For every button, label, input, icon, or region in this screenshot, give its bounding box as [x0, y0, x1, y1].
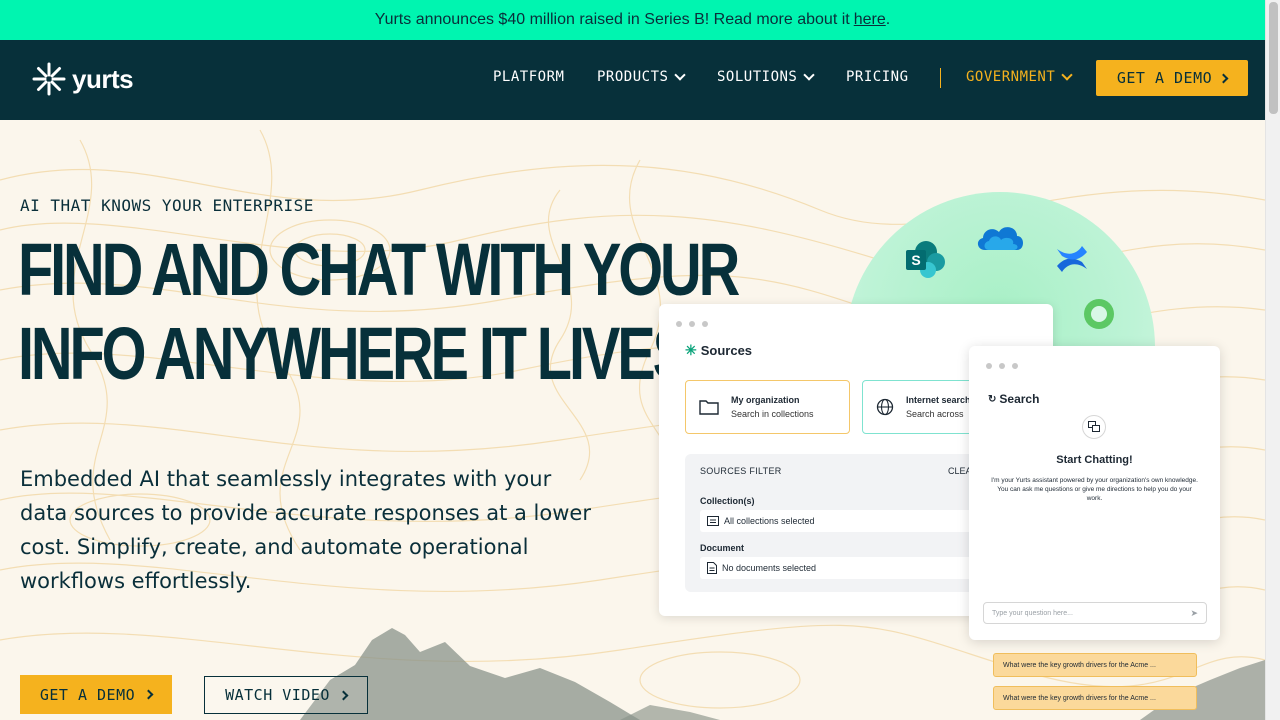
suggestion-chip-1[interactable]: What were the key growth drivers for the…	[993, 653, 1197, 677]
chat-card: ↻ Search Start Chatting! I'm your Yurts …	[969, 346, 1220, 710]
headline-line-2: INFO ANYWHERE IT LIVES	[18, 312, 691, 395]
nav-item-label: PRICING	[846, 69, 909, 85]
chevron-right-icon	[338, 690, 349, 700]
hero-headline: FIND AND CHAT WITH YOUR INFO ANYWHERE IT…	[18, 228, 740, 396]
announcement-text: Yurts announces $40 million raised in Se…	[374, 11, 850, 28]
chevron-down-icon	[1061, 68, 1073, 81]
source-option-organization[interactable]: My organization Search in collections	[685, 380, 850, 434]
announcement-bar: Yurts announces $40 million raised in Se…	[0, 0, 1265, 40]
nav-item-products[interactable]: PRODUCTS	[597, 68, 687, 85]
announcement-end: .	[885, 11, 891, 28]
svg-text:S: S	[911, 252, 920, 268]
collection-value: All collections selected	[724, 516, 815, 526]
globe-icon	[876, 398, 894, 416]
nav-item-platform[interactable]: PLATFORM	[493, 69, 564, 85]
chat-description: I'm your Yurts assistant powered by your…	[991, 477, 1198, 502]
document-value: No documents selected	[722, 563, 817, 573]
chat-bubble-icon	[1082, 415, 1106, 439]
top-navigation: yurts PLATFORM PRODUCTS SOLUTIONS PRICIN…	[0, 40, 1265, 120]
folder-icon	[699, 400, 719, 415]
button-label: WATCH VIDEO	[225, 686, 330, 704]
refresh-icon: ↻	[988, 393, 997, 405]
chat-search-title: ↻ Search	[988, 392, 1039, 406]
chevron-down-icon	[803, 68, 816, 81]
get-demo-button[interactable]: GET A DEMO	[20, 675, 172, 714]
source-option-subtitle: Search across	[906, 409, 964, 419]
window-dots	[676, 321, 708, 327]
nav-divider	[940, 68, 941, 88]
nav-item-label: PRODUCTS	[597, 69, 669, 85]
hero-subtext: Embedded AI that seamlessly integrates w…	[20, 467, 591, 593]
nav-item-label: GOVERNMENT	[966, 69, 1056, 85]
button-label: GET A DEMO	[1116, 69, 1213, 87]
confluence-icon	[1057, 246, 1087, 272]
page-scrollbar[interactable]	[1265, 0, 1280, 720]
logo-text: yurts	[72, 63, 134, 94]
nav-item-label: PLATFORM	[493, 69, 565, 85]
hero-eyebrow: AI THAT KNOWS YOUR ENTERPRISE	[20, 196, 314, 215]
nav-item-pricing[interactable]: PRICING	[846, 69, 909, 85]
source-option-title: Internet search	[906, 395, 971, 405]
yurts-logo-icon	[32, 62, 66, 96]
chat-search-title-text: Search	[999, 392, 1040, 406]
collection-label: Collection(s)	[700, 496, 755, 506]
source-option-title: My organization	[731, 395, 800, 405]
nav-item-solutions[interactable]: SOLUTIONS	[717, 68, 816, 85]
chevron-right-icon	[1218, 73, 1229, 83]
collection-icon	[707, 516, 719, 526]
window-dots	[986, 363, 1018, 369]
start-chatting-heading: Start Chatting!	[1056, 454, 1133, 466]
sources-filter-heading: SOURCES FILTER	[700, 466, 782, 476]
sharepoint-icon: S	[906, 241, 945, 278]
sources-title: ✳ Sources	[685, 342, 752, 359]
document-icon	[707, 562, 717, 574]
headline-line-1: FIND AND CHAT WITH YOUR	[18, 228, 740, 311]
chevron-down-icon	[674, 68, 687, 81]
nav-item-government[interactable]: GOVERNMENT	[966, 68, 1073, 85]
document-label: Document	[700, 543, 745, 553]
source-option-subtitle: Search in collections	[731, 409, 814, 419]
announcement-link[interactable]: here	[854, 11, 886, 29]
hero-section: AI THAT KNOWS YOUR ENTERPRISE FIND AND C…	[0, 120, 1265, 720]
green-ring-icon	[1084, 299, 1114, 329]
send-icon[interactable]: ➤	[1190, 608, 1198, 619]
logo[interactable]: yurts	[32, 62, 134, 96]
nav-item-label: SOLUTIONS	[717, 69, 798, 85]
suggestion-chip-2[interactable]: What were the key growth drivers for the…	[993, 686, 1197, 710]
scrollbar-thumb[interactable]	[1269, 2, 1278, 114]
chat-input-placeholder: Type your question here...	[992, 609, 1073, 617]
watch-video-button[interactable]: WATCH VIDEO	[204, 676, 368, 714]
button-label: GET A DEMO	[39, 685, 136, 704]
sources-title-text: Sources	[700, 343, 753, 358]
chevron-right-icon	[143, 689, 154, 700]
get-demo-nav-button[interactable]: GET A DEMO	[1096, 60, 1248, 96]
chat-input[interactable]: Type your question here... ➤	[983, 602, 1207, 624]
onedrive-icon	[977, 227, 1023, 250]
sparkle-icon: ✳	[685, 342, 697, 358]
